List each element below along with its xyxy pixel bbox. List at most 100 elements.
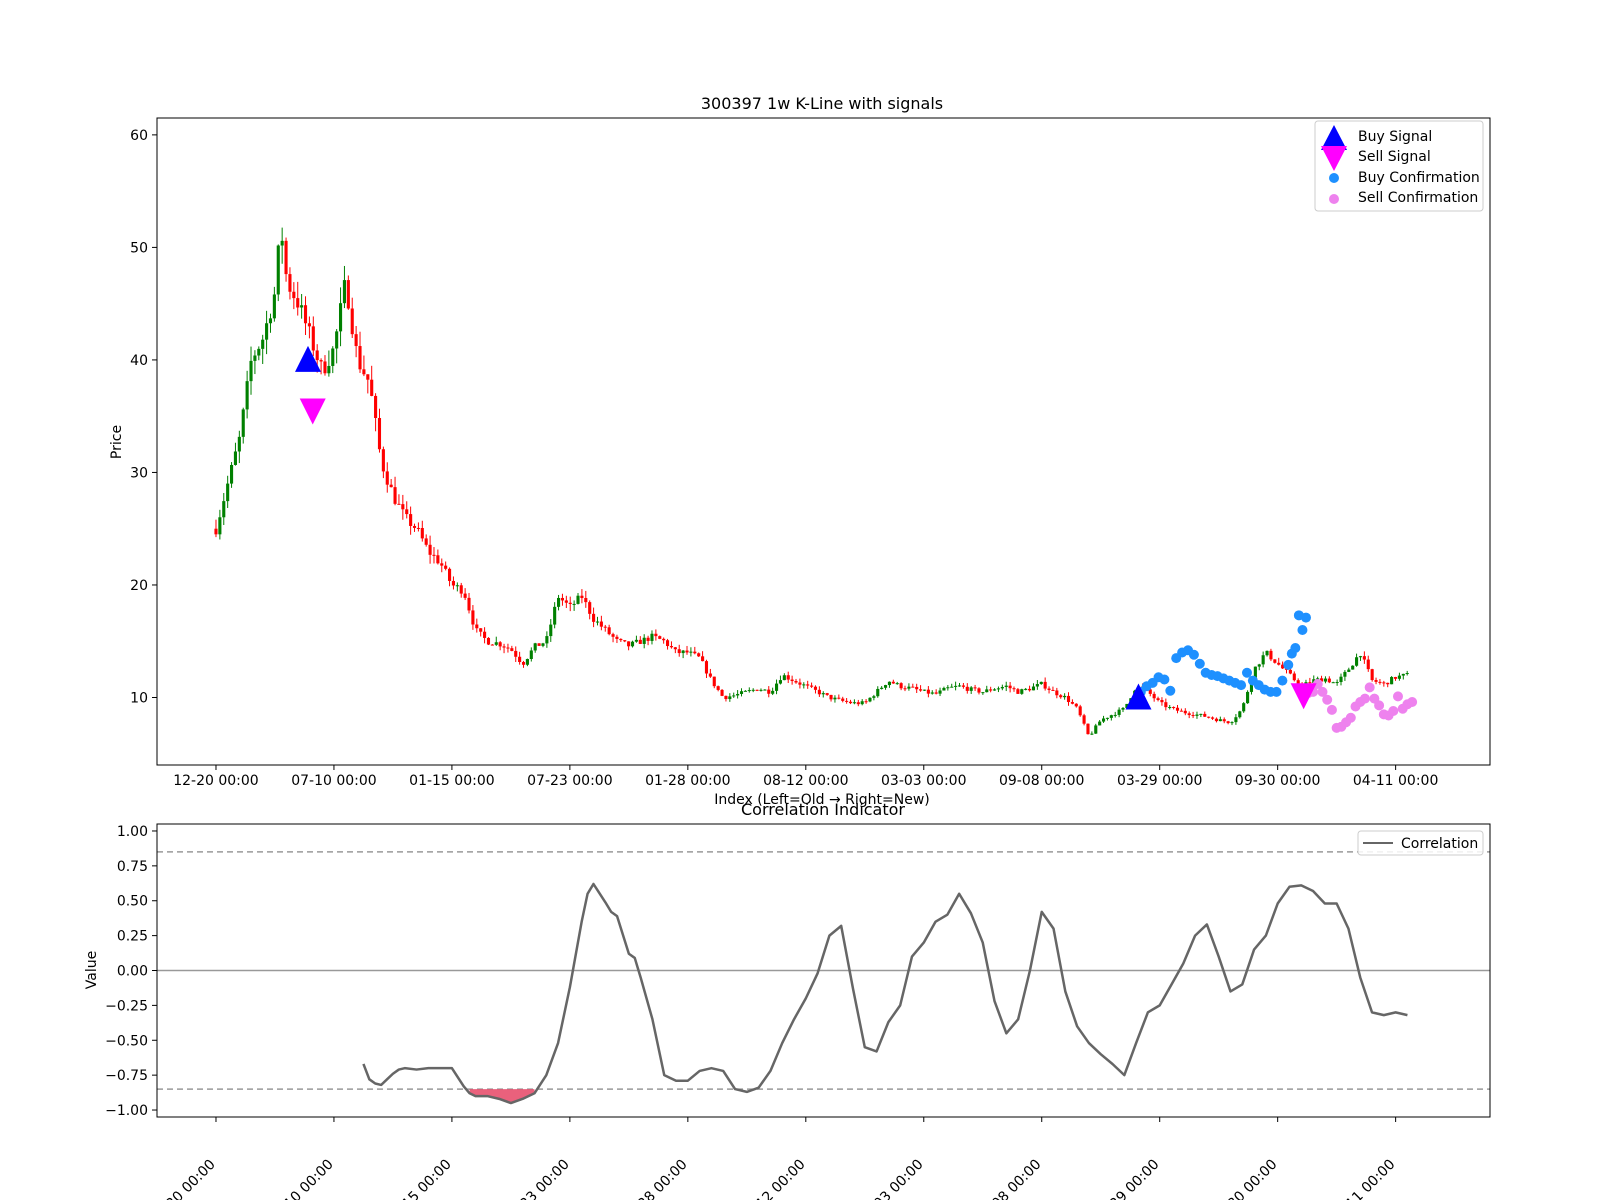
candle-body — [1292, 673, 1296, 681]
candle-body — [778, 680, 783, 684]
candle-body — [926, 689, 930, 694]
candle-body — [732, 695, 736, 697]
correlation-y-ticks: −1.00 −0.75 −0.50 −0.25 0.00 0.25 0.50 0.75 1.00 — [105, 824, 157, 1119]
candle-body — [362, 369, 366, 375]
kline-plot-area — [214, 227, 1418, 736]
candle-body — [471, 610, 475, 625]
candle-body — [623, 640, 627, 642]
correlation-title: Correlation Indicator — [741, 800, 905, 819]
candle-body — [1397, 675, 1401, 679]
candle-body — [1362, 656, 1366, 660]
candle-body — [662, 638, 666, 641]
candle-body — [412, 525, 417, 528]
candle-body — [724, 695, 728, 700]
candle-body — [989, 689, 993, 691]
candle-body — [455, 585, 459, 587]
legend-buy-signal: Buy Signal — [1358, 129, 1432, 145]
candle-body — [385, 471, 389, 485]
candle-body — [895, 683, 899, 685]
candle-body — [1378, 681, 1382, 683]
candle-body — [1175, 707, 1180, 711]
legend-sell-signal: Sell Signal — [1358, 149, 1431, 165]
candle-body — [514, 650, 518, 657]
candle-body — [728, 696, 732, 700]
candle-body — [261, 339, 265, 349]
candle-body — [510, 648, 514, 651]
candle-body — [1117, 709, 1121, 715]
legend-buy-confirmation: Buy Confirmation — [1358, 170, 1480, 186]
candle-body — [720, 689, 724, 696]
candle-body — [669, 646, 674, 648]
candle-body — [556, 597, 561, 607]
candle-body — [1039, 681, 1043, 685]
candle-body — [825, 693, 829, 695]
candle-body — [1277, 662, 1281, 665]
candle-body — [1051, 689, 1055, 691]
candle-body — [1191, 715, 1195, 717]
candle-body — [572, 603, 576, 605]
correlation-x-tick-label: 07-10 00:00 — [265, 1157, 337, 1200]
candle-body — [1113, 714, 1117, 716]
correlation-x-tick-label: 09-30 00:00 — [1209, 1157, 1281, 1200]
candle-body — [704, 661, 709, 674]
candle-body — [798, 682, 802, 685]
kline-y-tick-label: 30 — [130, 465, 148, 481]
candle-body — [1031, 686, 1036, 691]
candle-body — [1016, 689, 1020, 694]
candle-body — [786, 675, 790, 680]
candle-body — [315, 350, 319, 361]
candle-body — [1164, 702, 1168, 708]
candle-body — [922, 689, 927, 691]
candle-body — [595, 621, 600, 623]
candle-body — [899, 683, 903, 689]
buy-confirmation-marker — [1159, 674, 1170, 685]
candle-body — [607, 627, 611, 635]
candle-body — [253, 355, 257, 361]
candle-body — [883, 685, 888, 688]
candle-body — [611, 634, 615, 637]
candle-body — [214, 528, 218, 535]
candle-body — [627, 641, 631, 647]
candle-body — [1222, 719, 1226, 722]
candle-body — [619, 638, 623, 641]
sell-confirmation-marker — [1345, 712, 1356, 723]
candle-body — [1066, 695, 1071, 703]
candle-body — [335, 331, 339, 349]
kline-x-tick-label: 07-23 00:00 — [527, 773, 612, 789]
candle-body — [397, 503, 401, 505]
candle-body — [673, 647, 677, 650]
candle-body — [973, 687, 977, 689]
candle-body — [736, 693, 740, 696]
candle-body — [845, 700, 849, 702]
kline-title: 300397 1w K-Line with signals — [701, 94, 943, 113]
candle-body — [1195, 714, 1199, 716]
candle-body — [1074, 703, 1078, 707]
candle-body — [864, 701, 868, 703]
candle-body — [588, 602, 592, 614]
buy-confirmation-marker — [1236, 680, 1247, 691]
candle-body — [813, 686, 818, 690]
candle-body — [767, 689, 771, 694]
correlation-x-tick-label: 01-15 00:00 — [383, 1157, 455, 1200]
correlation-plot-area — [157, 851, 1490, 1105]
candle-body — [1374, 680, 1378, 682]
candle-body — [954, 685, 958, 687]
candle-body — [1101, 718, 1106, 722]
candle-body — [868, 697, 872, 702]
kline-x-tick-label: 08-12 00:00 — [763, 773, 848, 789]
candle-body — [1347, 669, 1351, 672]
candle-body — [646, 637, 650, 641]
candle-body — [1098, 721, 1102, 726]
buy-confirmation-legend-icon — [1329, 173, 1339, 183]
candle-body — [658, 636, 662, 639]
kline-y-ticks: 10 20 30 40 50 60 — [130, 128, 157, 706]
candle-body — [794, 681, 798, 683]
candle-body — [486, 637, 491, 645]
candle-body — [743, 690, 747, 692]
candle-body — [584, 598, 588, 603]
candle-body — [716, 686, 720, 690]
candle-body — [887, 681, 891, 686]
candle-body — [806, 684, 810, 686]
candle-body — [366, 374, 370, 380]
candle-body — [545, 636, 549, 644]
